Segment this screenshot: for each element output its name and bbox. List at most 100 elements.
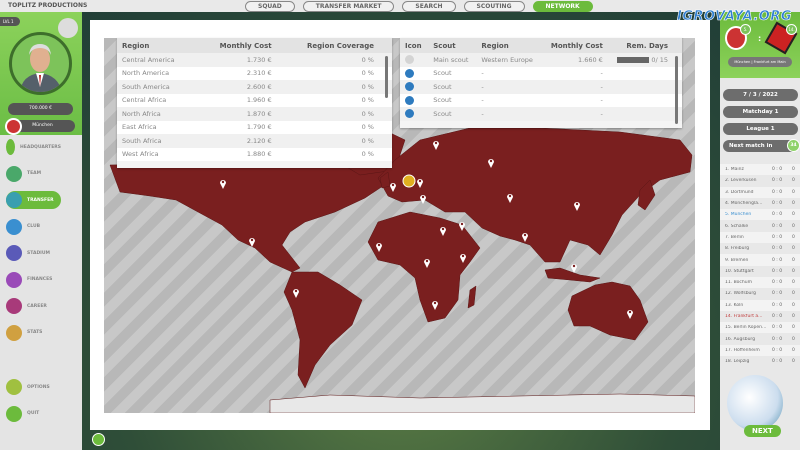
col-region[interactable]: Region	[117, 38, 198, 53]
sidebar-item-headquarters[interactable]: HEADQUARTERS	[6, 138, 61, 156]
sidebar-item-transfer[interactable]: TRANSFER	[6, 191, 61, 209]
region-scrollbar[interactable]	[385, 56, 388, 98]
league-row[interactable]: 11. Bochum 0 : 0 0	[720, 276, 800, 289]
team-name: 16. Augsburg	[725, 336, 756, 342]
region-row[interactable]: South Africa 2.120 €0 %	[117, 134, 392, 148]
left-sidebar: LVL 1 700.000 € München HEADQUARTERS TEAM…	[0, 12, 82, 450]
team-name: 9. Bremen	[725, 257, 749, 263]
league-row[interactable]: 8. Freiburg 0 : 0 0	[720, 243, 800, 254]
team-points: 0	[792, 336, 795, 342]
stats-icon	[6, 324, 22, 341]
nav-search[interactable]: SEARCH	[402, 1, 456, 12]
sidebar-item-career[interactable]: CAREER	[6, 297, 61, 315]
col-monthly-cost: Monthly Cost	[541, 38, 608, 53]
region-name: Central Africa	[117, 93, 198, 107]
region-row[interactable]: North Africa 1.870 €0 %	[117, 107, 392, 121]
league-row[interactable]: 16. Augsburg 0 : 0 0	[720, 333, 800, 344]
scout-row[interactable]: Scout - -	[400, 66, 682, 80]
region-pin-icon[interactable]	[420, 195, 426, 204]
office-button[interactable]	[58, 18, 78, 38]
nav-squad[interactable]: SQUAD	[245, 1, 295, 12]
region-row[interactable]: Central Africa 1.960 €0 %	[117, 93, 392, 107]
continent-australia[interactable]	[567, 281, 649, 341]
team-score: 0 : 0	[772, 223, 783, 229]
sidebar-item-quit[interactable]: QUIT	[6, 405, 61, 423]
scout-row[interactable]: Scout - -	[400, 107, 682, 121]
team-name: 11. Bochum	[725, 280, 752, 286]
team-points: 0	[792, 178, 795, 184]
continent-antarctica[interactable]	[269, 393, 695, 413]
sidebar-item-stats[interactable]: STATS	[6, 324, 61, 342]
scout-row[interactable]: Scout - -	[400, 93, 682, 107]
scout-name: Scout	[428, 93, 477, 107]
league-row[interactable]: 5. München 0 : 0 0	[720, 209, 800, 221]
monthly-cost: 2.600 €	[197, 80, 277, 94]
next-button[interactable]: NEXT	[744, 425, 781, 437]
region-pin-icon[interactable]	[571, 264, 577, 273]
sidebar-item-label: HEADQUARTERS	[20, 144, 61, 150]
col-monthly-cost[interactable]: Monthly Cost	[197, 38, 277, 53]
league-row[interactable]: 18. Leipzig 0 : 0 0	[720, 356, 800, 367]
league-row[interactable]: 9. Bremen 0 : 0 0	[720, 254, 800, 266]
league-row[interactable]: 15. Berlin Köpen... 0 : 0 0	[720, 322, 800, 334]
continent-north-america[interactable]	[109, 159, 396, 273]
scout-row[interactable]: Scout - -	[400, 80, 682, 94]
scout-name: Scout	[428, 107, 477, 121]
team-name: 12. Wolfsburg	[725, 291, 757, 297]
col-region-coverage[interactable]: Region Coverage	[276, 38, 392, 53]
continent-madagascar[interactable]	[467, 285, 477, 309]
avatar[interactable]	[9, 32, 72, 95]
team-points: 0	[792, 291, 795, 297]
user-icon	[405, 68, 414, 78]
region-row[interactable]: North America 2.310 €0 %	[117, 66, 392, 80]
sidebar-item-options[interactable]: OPTIONS	[6, 378, 61, 396]
scout-row[interactable]: Main scout Western Europe 1.660 € 0/ 15	[400, 53, 682, 67]
region-row[interactable]: East Africa 1.790 €0 %	[117, 120, 392, 134]
info-icon[interactable]	[92, 433, 105, 446]
region-row[interactable]: Central America 1.730 €0 %	[117, 53, 392, 67]
team-points: 0	[792, 268, 795, 274]
main-scout-location-icon[interactable]	[402, 174, 416, 188]
league-row[interactable]: 3. Dortmund 0 : 0 0	[720, 186, 800, 198]
league-row[interactable]: 14. Frankfurt a... 0 : 0 0	[720, 311, 800, 322]
team-name: 4. Mönchengla...	[725, 201, 763, 207]
league-row[interactable]: 6. Schalke 0 : 0 0	[720, 220, 800, 231]
sidebar-item-team[interactable]: TEAM	[6, 165, 61, 183]
next-match-countdown: Next match in 34	[723, 139, 800, 152]
team-name: 18. Leipzig	[725, 359, 750, 365]
league-row[interactable]: 7. Berlin 0 : 0 0	[720, 231, 800, 244]
region-row[interactable]: West Africa 1.880 €0 %	[117, 147, 392, 161]
team-name: 8. Freiburg	[725, 246, 750, 252]
scout-icon-cell	[400, 107, 429, 121]
sidebar-item-club[interactable]: CLUB	[6, 218, 61, 236]
continent-indonesia[interactable]	[544, 267, 601, 283]
col-region: Region	[476, 38, 542, 53]
matchday-display: Matchday 1	[723, 106, 798, 118]
league-row[interactable]: 12. Wolfsburg 0 : 0 0	[720, 288, 800, 299]
club-crest-icon	[5, 118, 22, 135]
col-icon: Icon	[400, 38, 429, 53]
region-name: South America	[117, 80, 198, 94]
league-row[interactable]: 4. Mönchengla... 0 : 0 0	[720, 198, 800, 209]
team-name: 5. München	[725, 212, 752, 218]
league-row[interactable]: 13. Köln 0 : 0 0	[720, 299, 800, 311]
team-points: 0	[792, 223, 795, 229]
monthly-cost: 1.790 €	[197, 120, 277, 134]
team-name: 10. Stuttgart	[725, 268, 754, 274]
league-row[interactable]: 2. Leverkusen 0 : 0 0	[720, 175, 800, 186]
sidebar-item-stadium[interactable]: STADIUM	[6, 244, 61, 262]
sidebar-item-label: QUIT	[27, 411, 40, 416]
team-score: 0 : 0	[772, 257, 783, 263]
region-name: West Africa	[117, 147, 198, 161]
scout-cost: -	[541, 80, 608, 94]
nav-network[interactable]: NETWORK	[532, 1, 593, 12]
league-row[interactable]: 10. Stuttgart 0 : 0 0	[720, 266, 800, 277]
team-score: 0 : 0	[772, 291, 783, 297]
region-row[interactable]: South America 2.600 €0 %	[117, 80, 392, 94]
league-row[interactable]: 17. Hoffenheim 0 : 0 0	[720, 344, 800, 357]
scout-scrollbar[interactable]	[675, 56, 678, 124]
league-row[interactable]: 1. Mainz 0 : 0 0	[720, 164, 800, 176]
nav-transfer-market[interactable]: TRANSFER MARKET	[302, 1, 395, 12]
sidebar-item-finances[interactable]: FINANCES	[6, 271, 61, 289]
nav-scouting[interactable]: SCOUTING	[463, 1, 525, 12]
